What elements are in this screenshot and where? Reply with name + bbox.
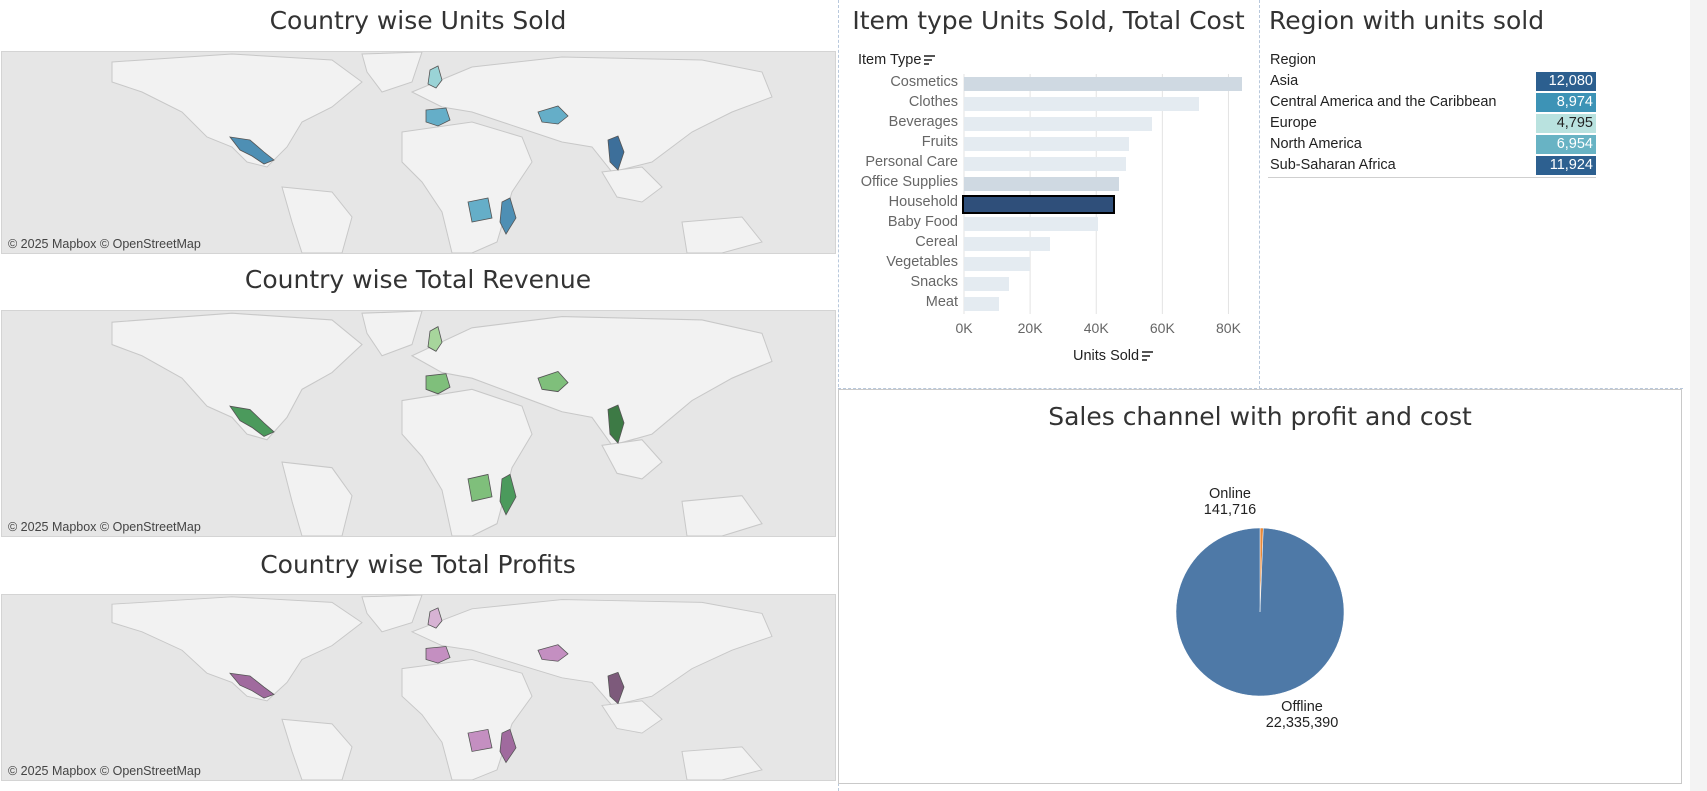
bar-label: Cosmetics (890, 74, 958, 90)
bar[interactable] (964, 297, 999, 311)
bar[interactable] (964, 277, 1009, 291)
bar-label: Household (888, 194, 958, 210)
bar-label: Snacks (910, 274, 958, 290)
x-tick-label: 20K (1017, 320, 1043, 336)
region-value-cell[interactable]: 8,974 (1536, 93, 1596, 112)
bar[interactable] (964, 117, 1153, 131)
region-name: Europe (1270, 115, 1317, 131)
pie-slice-offline[interactable] (1175, 527, 1345, 697)
table-bottom-rule (1268, 177, 1596, 178)
bar-label: Fruits (921, 134, 958, 150)
x-tick-label: 40K (1083, 320, 1109, 336)
bar[interactable] (964, 137, 1130, 151)
bar[interactable] (964, 77, 1242, 91)
pie-chart-title: Sales channel with profit and cost (1048, 402, 1472, 431)
units-sold-axis-label: Units Sold (1073, 348, 1140, 364)
bar[interactable] (962, 195, 1115, 214)
bar[interactable] (964, 217, 1098, 231)
pie-chart[interactable] (1160, 520, 1360, 720)
bar[interactable] (964, 237, 1050, 251)
region-value-cell[interactable]: 11,924 (1536, 156, 1596, 175)
pie-label-offline: Offline 22,335,390 (1252, 699, 1352, 731)
pie-label-offline-value: 22,335,390 (1265, 715, 1339, 731)
bar[interactable] (964, 157, 1126, 171)
bar-label: Clothes (908, 94, 958, 110)
bar[interactable] (964, 97, 1199, 111)
bar-label: Baby Food (887, 214, 958, 230)
region-value-cell[interactable]: 12,080 (1536, 72, 1596, 91)
bar-label: Cereal (915, 234, 958, 250)
region-name: Asia (1270, 73, 1299, 89)
pie-label-online: Online 141,716 (1180, 486, 1280, 518)
units-sold-axis-title[interactable]: Units Sold (1073, 348, 1154, 364)
region-table-title: Region with units sold (1269, 6, 1545, 35)
sort-icon[interactable] (1142, 351, 1154, 362)
x-tick-label: 0K (955, 320, 973, 336)
x-tick-label: 60K (1149, 320, 1175, 336)
bar[interactable] (964, 257, 1031, 271)
x-tick-label: 80K (1216, 320, 1241, 336)
bar-label: Personal Care (865, 154, 958, 170)
region-name: Central America and the Caribbean (1270, 94, 1497, 110)
pie-label-offline-name: Offline (1281, 699, 1323, 715)
bar[interactable] (964, 177, 1120, 191)
bar-label: Beverages (888, 114, 958, 130)
bar-label: Meat (925, 294, 958, 310)
bar-label: Office Supplies (860, 174, 958, 190)
region-header[interactable]: Region (1270, 52, 1316, 68)
region-value-cell[interactable]: 6,954 (1536, 135, 1596, 154)
bar-label: Vegetables (886, 254, 958, 270)
region-name: Sub-Saharan Africa (1270, 157, 1396, 173)
region-value-cell[interactable]: 4,795 (1536, 114, 1596, 133)
region-name: North America (1270, 136, 1362, 152)
pie-label-online-name: Online (1209, 486, 1251, 502)
pie-label-online-value: 141,716 (1203, 502, 1257, 518)
